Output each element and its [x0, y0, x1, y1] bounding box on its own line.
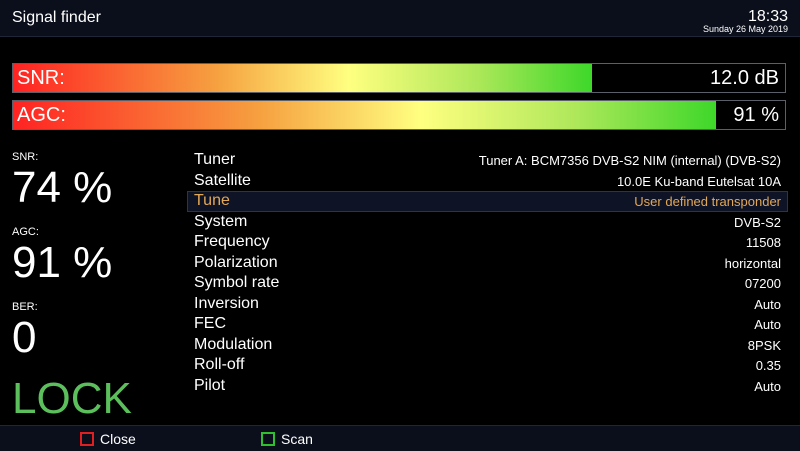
- detail-key: Symbol rate: [194, 274, 280, 291]
- detail-row-roll-off[interactable]: Roll-off 0.35: [187, 355, 788, 376]
- red-key-icon: [80, 432, 94, 446]
- detail-value: Auto: [754, 296, 781, 312]
- snr-bar-fill: [13, 64, 592, 92]
- close-button-label: Close: [100, 431, 136, 447]
- green-key-icon: [261, 432, 275, 446]
- snr-bar: SNR: 12.0 dB: [12, 63, 786, 93]
- detail-key: Inversion: [194, 294, 259, 312]
- detail-key: Tuner: [194, 151, 236, 168]
- detail-row-inversion[interactable]: Inversion Auto: [187, 294, 788, 315]
- agc-stat-value: 91 %: [12, 238, 113, 287]
- agc-bar-value: 91 %: [733, 104, 779, 126]
- ber-stat-label: BER:: [12, 301, 38, 313]
- detail-key: System: [194, 212, 248, 230]
- snr-bar-value: 12.0 dB: [710, 67, 779, 89]
- detail-row-polarization[interactable]: Polarization horizontal: [187, 253, 788, 274]
- detail-key: Tune: [194, 192, 230, 209]
- detail-row-frequency[interactable]: Frequency 11508: [187, 232, 788, 253]
- agc-bar-label: AGC:: [17, 104, 66, 126]
- detail-value: DVB-S2: [734, 214, 781, 230]
- clock-date: Sunday 26 May 2019: [702, 24, 788, 34]
- page-title: Signal finder: [12, 9, 101, 26]
- snr-stat-label: SNR:: [12, 151, 39, 163]
- detail-row-tuner[interactable]: Tuner Tuner A: BCM7356 DVB-S2 NIM (intern…: [187, 150, 788, 171]
- detail-row-symbol-rate[interactable]: Symbol rate 07200: [187, 273, 788, 294]
- clock-time: 18:33: [747, 8, 788, 25]
- detail-value: User defined transponder: [634, 194, 781, 209]
- scan-button[interactable]: Scan: [261, 431, 313, 447]
- detail-row-fec[interactable]: FEC Auto: [187, 314, 788, 335]
- detail-key: Frequency: [194, 233, 270, 250]
- detail-key: Polarization: [194, 253, 278, 271]
- snr-bar-label: SNR:: [17, 67, 65, 89]
- detail-value: 8PSK: [747, 337, 781, 353]
- ber-stat-value: 0: [12, 313, 37, 362]
- lock-status: LOCK: [12, 374, 132, 423]
- detail-value: Auto: [754, 317, 781, 332]
- detail-key: Pilot: [194, 376, 226, 394]
- agc-bar: AGC: 91 %: [12, 100, 786, 130]
- scan-button-label: Scan: [281, 431, 313, 447]
- detail-value: Auto: [754, 378, 781, 394]
- detail-value: 10.0E Ku-band Eutelsat 10A: [616, 173, 781, 189]
- title-bar: Signal finder 18:33 Sunday 26 May 2019: [0, 0, 800, 37]
- footer-bar: Close Scan: [0, 425, 800, 451]
- detail-key: FEC: [194, 315, 226, 332]
- detail-row-pilot[interactable]: Pilot Auto: [187, 376, 788, 397]
- detail-key: Satellite: [194, 171, 251, 189]
- detail-value: 0.35: [755, 358, 781, 373]
- detail-value: horizontal: [724, 255, 781, 271]
- detail-value: Tuner A: BCM7356 DVB-S2 NIM (internal) (…: [478, 153, 781, 168]
- snr-stat-value: 74 %: [12, 163, 113, 212]
- detail-key: Modulation: [194, 335, 273, 353]
- detail-row-tune[interactable]: Tune User defined transponder: [187, 191, 788, 212]
- detail-row-system[interactable]: System DVB-S2: [187, 212, 788, 233]
- tuning-details-list: Tuner Tuner A: BCM7356 DVB-S2 NIM (intern…: [187, 150, 788, 396]
- detail-value: 07200: [744, 276, 781, 291]
- agc-stat-label: AGC:: [12, 226, 39, 238]
- detail-value: 11508: [745, 235, 781, 250]
- detail-row-modulation[interactable]: Modulation 8PSK: [187, 335, 788, 356]
- agc-bar-fill: [13, 101, 716, 129]
- close-button[interactable]: Close: [80, 431, 136, 447]
- detail-row-satellite[interactable]: Satellite 10.0E Ku-band Eutelsat 10A: [187, 171, 788, 192]
- detail-key: Roll-off: [194, 356, 245, 373]
